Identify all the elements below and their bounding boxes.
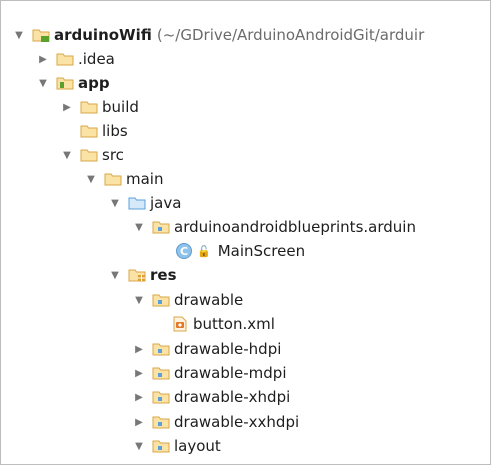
tree-node-label: arduinoandroidblueprints.arduin — [174, 218, 416, 236]
project-tree: ▼ arduinoWifi (~/GDrive/ArduinoAndroidGi… — [1, 1, 490, 464]
expand-arrow-icon[interactable]: ▼ — [133, 221, 145, 233]
tree-node-label: layout — [174, 437, 221, 455]
tree-node-drawable-mdpi[interactable]: ▶ drawable-mdpi — [1, 361, 490, 385]
tree-node-label: drawable-xhdpi — [174, 388, 291, 406]
module-folder-icon — [32, 27, 50, 43]
tree-node-label: drawable-mdpi — [174, 364, 287, 382]
tree-node-label: drawable-hdpi — [174, 340, 282, 358]
resource-folder-icon — [128, 267, 146, 283]
collapsed-arrow-icon[interactable]: ▶ — [37, 53, 49, 65]
tree-node-libs[interactable]: ▶ libs — [1, 119, 490, 143]
tree-node-build[interactable]: ▶ build — [1, 95, 490, 119]
tree-node-java[interactable]: ▼ java — [1, 191, 490, 215]
tree-node-button-xml[interactable]: button.xml — [1, 312, 490, 336]
package-icon — [152, 341, 170, 357]
tree-node-label: app — [78, 74, 110, 92]
expand-arrow-icon[interactable]: ▼ — [13, 29, 25, 41]
collapsed-arrow-icon[interactable]: ▶ — [61, 101, 73, 113]
tree-node-label: button.xml — [193, 315, 275, 333]
tree-node-res[interactable]: ▼ res — [1, 263, 490, 287]
package-icon — [152, 438, 170, 454]
folder-icon — [80, 123, 98, 139]
tree-node-arduinowifi[interactable]: ▼ arduinoWifi (~/GDrive/ArduinoAndroidGi… — [1, 23, 490, 47]
tree-node-label: java — [150, 194, 182, 212]
package-icon — [152, 365, 170, 381]
xml-file-icon — [171, 316, 189, 332]
tree-node-label: drawable — [174, 291, 244, 309]
tree-node-mainscreen[interactable]: ▶ C 🔓 MainScreen — [1, 239, 490, 263]
tree-node-drawable-xhdpi[interactable]: ▶ drawable-xhdpi — [1, 385, 490, 409]
collapsed-arrow-icon[interactable]: ▶ — [133, 367, 145, 379]
tree-node-package[interactable]: ▼ arduinoandroidblueprints.arduin — [1, 215, 490, 239]
source-folder-icon — [128, 195, 146, 211]
tree-node-label: .idea — [78, 50, 115, 68]
tree-node-drawable-xxhdpi[interactable]: ▶ drawable-xxhdpi — [1, 410, 490, 434]
folder-icon — [56, 51, 74, 67]
tree-node-main[interactable]: ▼ main — [1, 167, 490, 191]
tree-node-label: main — [126, 170, 164, 188]
expand-arrow-icon[interactable]: ▼ — [109, 197, 121, 209]
folder-icon — [80, 147, 98, 163]
package-icon — [152, 292, 170, 308]
expand-arrow-icon[interactable]: ▼ — [37, 77, 49, 89]
expand-arrow-icon[interactable]: ▼ — [133, 294, 145, 306]
tree-node-label: res — [150, 266, 177, 284]
package-icon — [152, 219, 170, 235]
class-icon: C 🔓 — [176, 243, 214, 259]
tree-node-label: libs — [102, 122, 128, 140]
package-icon — [152, 389, 170, 405]
class-badge: C — [176, 243, 192, 259]
expand-arrow-icon[interactable]: ▼ — [61, 149, 73, 161]
project-tree-panel: ▼ arduinoWifi (~/GDrive/ArduinoAndroidGi… — [0, 0, 491, 465]
folder-icon — [80, 99, 98, 115]
tree-node-src[interactable]: ▼ src — [1, 143, 490, 167]
tree-node-label: src — [102, 146, 124, 164]
folder-icon — [104, 171, 122, 187]
tree-node-drawable-hdpi[interactable]: ▶ drawable-hdpi — [1, 337, 490, 361]
tree-node-label: MainScreen — [217, 242, 306, 260]
package-icon — [152, 414, 170, 430]
collapsed-arrow-icon[interactable]: ▶ — [133, 391, 145, 403]
lock-icon: 🔓 — [197, 244, 211, 258]
expand-arrow-icon[interactable]: ▼ — [133, 440, 145, 452]
tree-node-drawable[interactable]: ▼ drawable — [1, 288, 490, 312]
tree-node-label: arduinoWifi — [54, 26, 152, 44]
collapsed-arrow-icon[interactable]: ▶ — [133, 343, 145, 355]
module-folder-icon — [56, 75, 74, 91]
collapsed-arrow-icon[interactable]: ▶ — [133, 416, 145, 428]
expand-arrow-icon[interactable]: ▼ — [85, 173, 97, 185]
tree-node-label: drawable-xxhdpi — [174, 413, 300, 431]
tree-node-layout[interactable]: ▼ layout — [1, 434, 490, 458]
tree-node-app[interactable]: ▼ app — [1, 71, 490, 95]
expand-arrow-icon[interactable]: ▼ — [109, 269, 121, 281]
project-path-label: (~/GDrive/ArduinoAndroidGit/arduir — [156, 26, 425, 44]
tree-node-idea[interactable]: ▶ .idea — [1, 47, 490, 71]
tree-node-label: build — [102, 98, 139, 116]
